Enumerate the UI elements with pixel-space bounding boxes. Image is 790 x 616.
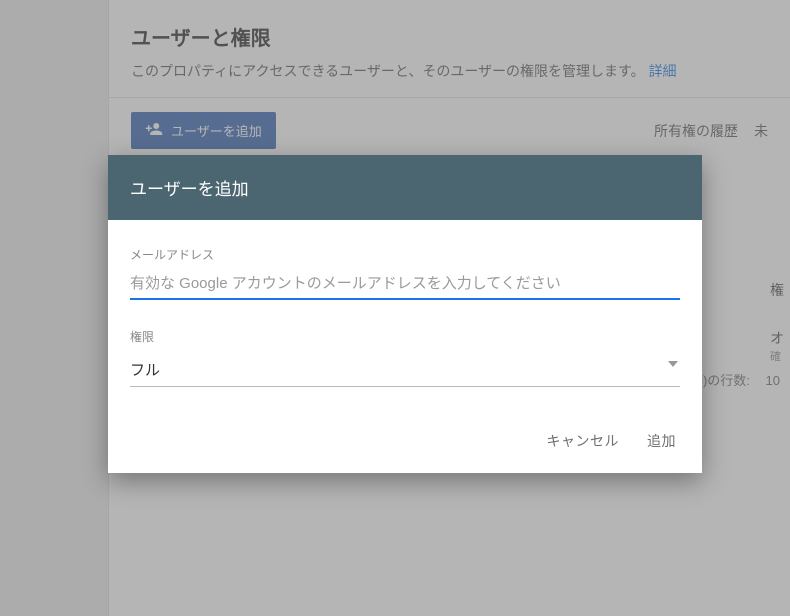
permission-label: 権限	[130, 328, 680, 345]
add-button[interactable]: 追加	[647, 431, 676, 451]
modal-title: ユーザーを追加	[108, 155, 702, 220]
modal-body: メールアドレス 権限 フル	[108, 220, 702, 407]
email-label: メールアドレス	[130, 246, 680, 263]
chevron-down-icon	[668, 361, 678, 367]
permission-select[interactable]: フル	[130, 353, 680, 387]
modal-footer: キャンセル 追加	[108, 407, 702, 473]
cancel-button[interactable]: キャンセル	[547, 431, 620, 451]
permission-value: フル	[130, 362, 160, 379]
email-field[interactable]	[130, 271, 680, 300]
add-user-modal: ユーザーを追加 メールアドレス 権限 フル キャンセル 追加	[108, 155, 702, 473]
